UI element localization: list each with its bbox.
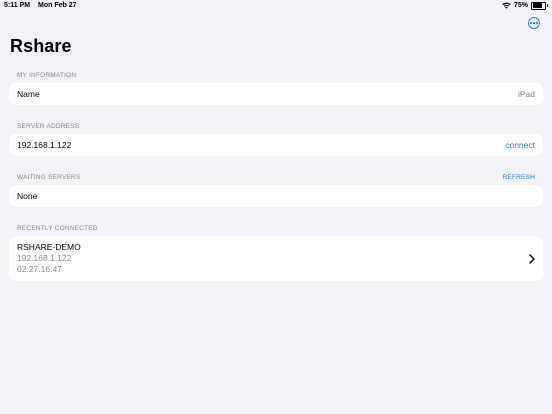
ellipsis-dot <box>533 22 535 24</box>
ellipsis-dot <box>530 22 532 24</box>
recent-server-address: 192.168.1.122 <box>17 253 72 263</box>
section-header-recently-connected: RECENTLY CONNECTED <box>17 225 98 232</box>
waiting-servers-row: None <box>9 185 543 207</box>
more-options-button[interactable] <box>528 17 540 29</box>
wifi-icon <box>502 2 511 9</box>
waiting-servers-card: None <box>9 185 543 207</box>
battery-icon <box>531 1 548 10</box>
connect-button[interactable]: connect <box>505 140 535 150</box>
recent-server-name: RSHARE-DEMO <box>17 242 81 252</box>
status-left: 5:11 PM Mon Feb 27 <box>4 0 77 11</box>
server-address-input[interactable]: 192.168.1.122 <box>17 140 505 150</box>
status-right: 75% <box>502 0 548 11</box>
server-address-row: 192.168.1.122 connect <box>9 134 543 156</box>
waiting-servers-none: None <box>17 191 38 201</box>
name-label: Name <box>17 89 40 99</box>
recently-connected-card: RSHARE-DEMO 192.168.1.122 02.27.16:47 <box>9 236 543 281</box>
recent-server-row[interactable]: RSHARE-DEMO 192.168.1.122 02.27.16:47 <box>17 242 535 275</box>
section-header-my-information: MY INFORMATION <box>17 72 77 79</box>
chevron-right-icon[interactable] <box>528 254 536 264</box>
status-date: Mon Feb 27 <box>38 2 77 9</box>
section-header-server-address: SERVER ADDRESS <box>17 123 80 130</box>
name-row[interactable]: Name iPad <box>9 83 543 105</box>
page-title: Rshare <box>10 36 72 56</box>
screen: 5:11 PM Mon Feb 27 75% Rshare MY INFORMA… <box>0 0 552 414</box>
status-bar: 5:11 PM Mon Feb 27 75% <box>0 0 552 12</box>
refresh-button[interactable]: REFRESH <box>503 174 535 181</box>
battery-percent: 75% <box>513 2 528 9</box>
section-header-waiting-servers: WAITING SERVERS <box>17 174 81 181</box>
status-time: 5:11 PM <box>4 2 31 9</box>
server-address-card: 192.168.1.122 connect <box>9 134 543 156</box>
recent-server-time: 02.27.16:47 <box>17 264 62 274</box>
my-information-card: Name iPad <box>9 83 543 105</box>
ellipsis-dot <box>536 22 538 24</box>
name-value: iPad <box>517 89 535 99</box>
battery-fill <box>532 3 542 8</box>
